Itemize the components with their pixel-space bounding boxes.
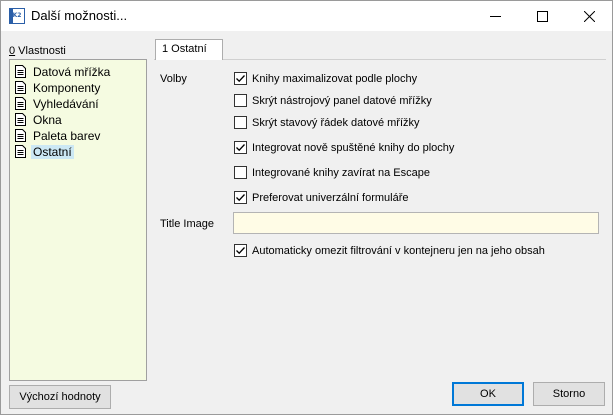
- ok-button[interactable]: OK: [452, 382, 524, 406]
- cancel-button[interactable]: Storno: [533, 382, 605, 406]
- checkmark-icon: [236, 144, 245, 152]
- tree-item-label: Vyhledávání: [33, 97, 99, 111]
- volby-label: Volby: [160, 73, 187, 85]
- document-icon: [15, 145, 26, 158]
- close-icon: [584, 11, 595, 22]
- tree-item-label: Ostatní: [31, 145, 74, 159]
- app-icon: K2: [9, 8, 25, 24]
- option-label[interactable]: Preferovat univerzální formuláře: [252, 192, 409, 204]
- properties-tree[interactable]: Datová mřížka Komponenty Vyhledávání Okn…: [9, 59, 147, 381]
- checkbox-auto-filter[interactable]: [234, 244, 247, 257]
- checkbox-skryt-nastrojovy-panel[interactable]: [234, 94, 247, 107]
- option-label[interactable]: Automaticky omezit filtrování v kontejne…: [252, 245, 545, 257]
- checkbox-integrovat-knihy[interactable]: [234, 141, 247, 154]
- tree-item-label: Okna: [33, 113, 62, 127]
- tree-item-label: Komponenty: [33, 81, 101, 95]
- properties-label-text: Vlastnosti: [15, 45, 66, 57]
- option-label[interactable]: Skrýt nástrojový panel datové mřížky: [252, 95, 432, 107]
- maximize-button[interactable]: [519, 1, 565, 31]
- minimize-icon: [490, 16, 501, 17]
- defaults-button[interactable]: Výchozí hodnoty: [9, 385, 111, 409]
- window-title: Další možnosti...: [31, 8, 128, 23]
- checkmark-icon: [236, 75, 245, 83]
- option-label[interactable]: Integrovat nově spuštěné knihy do plochy: [252, 142, 454, 154]
- document-icon: [15, 97, 26, 110]
- document-icon: [15, 113, 26, 126]
- tree-item-label: Paleta barev: [33, 129, 101, 143]
- tab-ostatni[interactable]: 1 Ostatní: [155, 39, 223, 60]
- option-label[interactable]: Skrýt stavový řádek datové mřížky: [252, 117, 420, 129]
- close-button[interactable]: [566, 1, 612, 31]
- checkbox-skryt-stavovy-radek[interactable]: [234, 116, 247, 129]
- checkbox-zavirat-na-escape[interactable]: [234, 166, 247, 179]
- title-bar[interactable]: K2 Další možnosti...: [1, 1, 612, 31]
- minimize-button[interactable]: [472, 1, 518, 31]
- maximize-icon: [537, 11, 548, 22]
- document-icon: [15, 129, 26, 142]
- document-icon: [15, 81, 26, 94]
- option-label[interactable]: Integrované knihy zavírat na Escape: [252, 167, 430, 179]
- title-image-input[interactable]: [233, 212, 599, 234]
- checkmark-icon: [236, 194, 245, 202]
- title-image-label: Title Image: [160, 218, 215, 230]
- checkmark-icon: [236, 247, 245, 255]
- dialog-window: K2 Další možnosti... 0 Vlastnosti Datová…: [0, 0, 613, 415]
- tree-item-label: Datová mřížka: [33, 65, 111, 79]
- document-icon: [15, 65, 26, 78]
- checkbox-knihy-maximalizovat[interactable]: [234, 72, 247, 85]
- option-label[interactable]: Knihy maximalizovat podle plochy: [252, 73, 417, 85]
- properties-label: 0 Vlastnosti: [9, 45, 66, 57]
- checkbox-preferovat-formulare[interactable]: [234, 191, 247, 204]
